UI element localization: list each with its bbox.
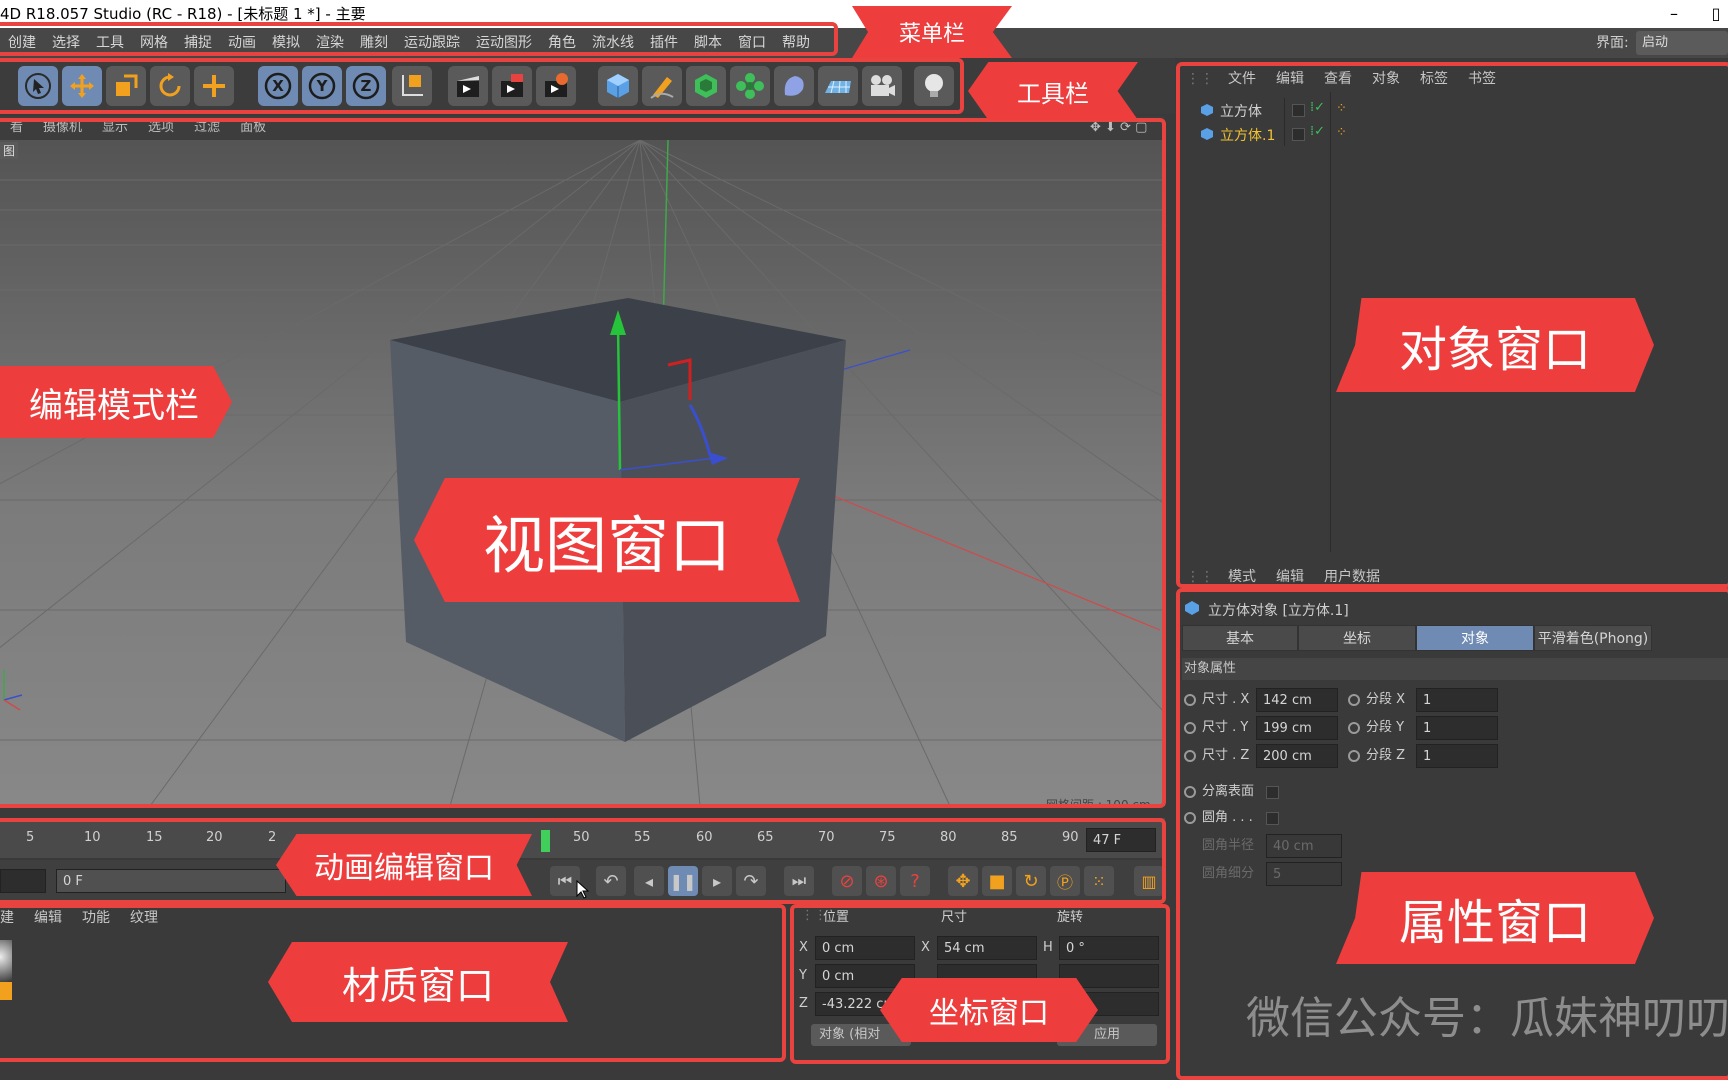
- view-window-annotation: 视图窗口: [414, 478, 800, 602]
- coordinate-window-annotation: 坐标窗口: [880, 978, 1098, 1042]
- maximize-button[interactable]: ▯: [1698, 0, 1728, 28]
- menubar-annotation: 菜单栏: [852, 6, 1012, 58]
- menubar-outline: [0, 22, 838, 56]
- watermark: 微信公众号：瓜妹神叨叨: [1246, 993, 1728, 1042]
- material-window-annotation: 材质窗口: [268, 942, 568, 1022]
- mouse-cursor-icon: [576, 880, 590, 899]
- animation-window-annotation: 动画编辑窗口: [276, 834, 532, 896]
- edit-mode-annotation: 编辑模式栏: [0, 366, 232, 438]
- toolbar-annotation: 工具栏: [968, 62, 1138, 120]
- layout-select[interactable]: 启动: [1636, 31, 1728, 55]
- view-window-outline: [0, 118, 1166, 808]
- toolbar-outline: [0, 58, 964, 114]
- layout-label: 界面:: [1596, 35, 1629, 51]
- minimize-button[interactable]: –: [1656, 0, 1692, 28]
- object-window-annotation: 对象窗口: [1336, 298, 1654, 392]
- attribute-window-annotation: 属性窗口: [1336, 872, 1654, 964]
